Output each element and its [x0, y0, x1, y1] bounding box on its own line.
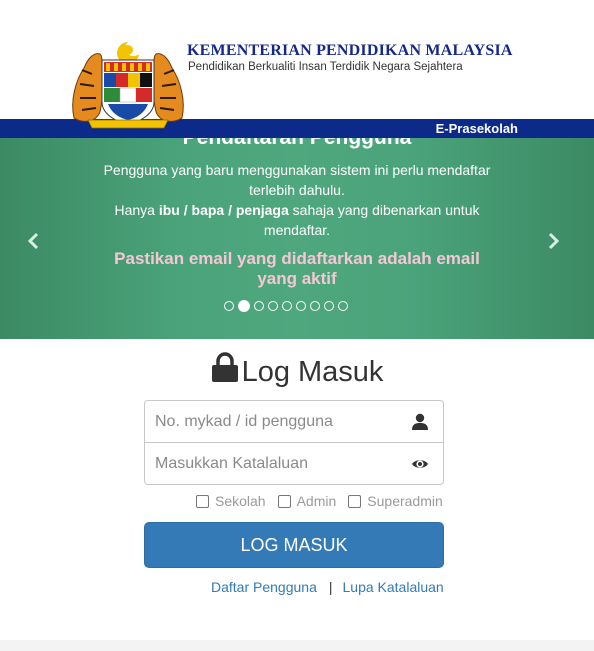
username-input[interactable]	[145, 401, 405, 442]
malaysia-coat-of-arms-icon	[72, 42, 184, 129]
checkbox-superadmin[interactable]	[348, 494, 362, 508]
carousel-indicator-dot[interactable]	[254, 301, 264, 311]
role-admin[interactable]: Admin	[277, 493, 337, 509]
role-sekolah[interactable]: Sekolah	[196, 493, 266, 509]
checkbox-admin[interactable]	[277, 494, 291, 508]
chevron-left-icon	[27, 232, 39, 250]
carousel-indicator-dot[interactable]	[282, 301, 292, 311]
footer-strip	[0, 640, 594, 651]
login-heading: Log Masuk	[0, 352, 594, 389]
slide-line-2-bold: ibu / bapa / penjaga	[158, 202, 289, 218]
slide-line-2-post: sahaja yang dibenarkan untuk mendaftar.	[263, 202, 480, 238]
login-links: Daftar Pengguna | Lupa Katalaluan	[211, 579, 444, 595]
password-field	[144, 442, 444, 485]
user-icon	[412, 413, 428, 430]
role-options: Sekolah Admin Superadmin	[196, 493, 443, 509]
carousel-next-button[interactable]	[539, 226, 569, 256]
password-input[interactable]	[145, 443, 405, 484]
ministry-motto: Pendidikan Berkualiti Insan Terdidik Neg…	[188, 61, 463, 73]
username-field	[144, 400, 444, 443]
link-separator: |	[328, 579, 333, 595]
forgot-password-link[interactable]: Lupa Katalaluan	[343, 579, 444, 595]
slide-text: Pengguna yang baru menggunakan sistem in…	[94, 160, 500, 240]
slide-line-1: Pengguna yang baru menggunakan sistem in…	[103, 162, 491, 198]
login-button[interactable]: LOG MASUK	[144, 522, 444, 568]
carousel-prev-button[interactable]	[18, 226, 48, 256]
role-label: Superadmin	[367, 493, 443, 509]
slide-warning: Pastikan email yang didaftarkan adalah e…	[114, 249, 480, 288]
role-superadmin[interactable]: Superadmin	[348, 493, 443, 509]
checkbox-sekolah[interactable]	[196, 494, 209, 508]
register-link[interactable]: Daftar Pengguna	[211, 579, 317, 595]
carousel-indicator-dot[interactable]	[224, 301, 234, 311]
carousel-indicator-dot[interactable]	[296, 301, 306, 311]
role-label: Admin	[296, 493, 337, 509]
carousel-indicators	[224, 300, 348, 315]
carousel-indicator-dot[interactable]	[338, 301, 348, 311]
chevron-right-icon	[548, 232, 560, 250]
info-carousel: Pendaftaran Pengguna Pengguna yang baru …	[0, 138, 594, 339]
login-title: Log Masuk	[241, 356, 384, 388]
ministry-name: KEMENTERIAN PENDIDIKAN MALAYSIA	[187, 42, 513, 59]
role-label: Sekolah	[215, 493, 266, 509]
carousel-indicator-dot[interactable]	[324, 301, 334, 311]
carousel-indicator-dot[interactable]	[310, 301, 320, 311]
site-header: KEMENTERIAN PENDIDIKAN MALAYSIA Pendidik…	[0, 0, 594, 129]
carousel-indicator-dot[interactable]	[268, 301, 278, 311]
slide-line-2-pre: Hanya	[114, 202, 159, 218]
lock-icon	[211, 352, 238, 382]
eye-icon[interactable]	[411, 455, 429, 473]
navbar-brand[interactable]: E-Prasekolah	[436, 121, 518, 136]
carousel-indicator-dot[interactable]	[238, 300, 250, 312]
slide-title: Pendaftaran Pengguna	[0, 138, 594, 150]
